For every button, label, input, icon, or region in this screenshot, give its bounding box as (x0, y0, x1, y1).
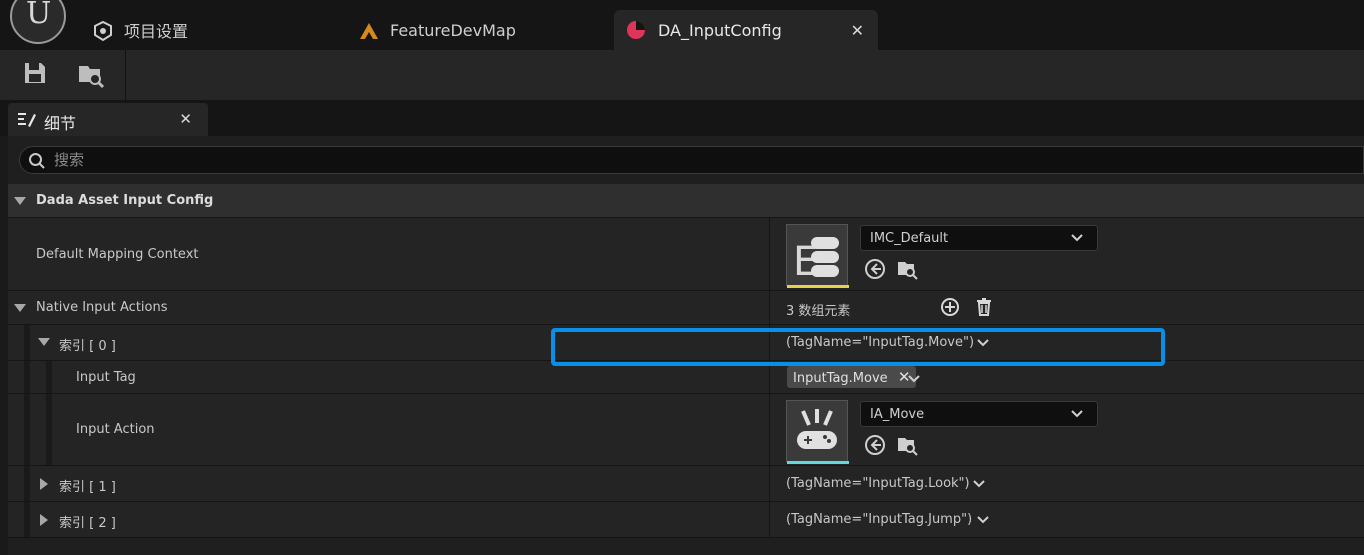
property-label: Default Mapping Context (36, 247, 199, 262)
property-name-cell: Default Mapping Context (8, 218, 770, 290)
indent-guide (46, 361, 52, 393)
save-icon[interactable] (22, 60, 52, 90)
search-box[interactable] (19, 146, 1364, 174)
chevron-down-icon (1071, 410, 1083, 418)
tab-da-input-config[interactable]: DA_InputConfig ✕ (614, 10, 878, 50)
details-tab-label: 细节 (44, 114, 77, 133)
property-name-cell: Native Input Actions (8, 291, 770, 324)
property-label: Input Tag (76, 370, 136, 385)
category-header[interactable]: Dada Asset Input Config (8, 184, 1364, 218)
use-selected-icon[interactable] (864, 434, 886, 456)
highlight-box (551, 328, 1165, 366)
combo-value: IA_Move (870, 407, 925, 422)
add-element-icon[interactable] (940, 297, 962, 319)
property-label: Native Input Actions (36, 300, 168, 315)
indent-guide (46, 394, 52, 465)
property-label: Input Action (76, 422, 155, 437)
gameplay-tag-chip[interactable]: InputTag.Move ✕ (787, 366, 917, 388)
tag-value: InputTag.Move (793, 371, 888, 386)
search-icon (28, 152, 46, 170)
close-details-icon[interactable]: ✕ (179, 110, 192, 128)
indent-guide (24, 502, 30, 537)
property-row-input-action: Input Action IA_Move (8, 394, 1364, 466)
element-value: (TagName="InputTag.Jump") (786, 512, 973, 527)
unreal-logo[interactable]: U (10, 0, 66, 44)
tab-label: FeatureDevMap (390, 20, 516, 40)
toolbar (0, 50, 1364, 100)
element-value: (TagName="InputTag.Look") (786, 476, 970, 491)
chevron-down-icon (1071, 234, 1083, 242)
collapse-arrow-icon[interactable] (14, 197, 26, 205)
element-label: 索引 [ 1 ] (59, 480, 116, 495)
tab-label: DA_InputConfig (658, 20, 782, 40)
indent-guide (24, 325, 30, 360)
combo-value: IMC_Default (870, 231, 949, 246)
asset-type-underline (787, 285, 849, 288)
browse-asset-icon[interactable] (896, 258, 918, 280)
mapping-context-thumbnail[interactable]: E (786, 224, 849, 288)
expand-arrow-icon[interactable] (40, 514, 48, 526)
property-row-default-mapping: Default Mapping Context E IMC_Default (8, 218, 1364, 291)
input-action-combo[interactable]: IA_Move (860, 401, 1098, 427)
expand-arrow-icon[interactable] (40, 478, 48, 490)
browse-asset-icon[interactable] (896, 434, 918, 456)
tab-project-settings[interactable]: 项目设置 (92, 10, 188, 50)
data-asset-icon (626, 20, 646, 40)
delete-all-icon[interactable] (974, 297, 996, 319)
browse-content-icon[interactable] (76, 60, 106, 90)
array-element-2[interactable]: 索引 [ 2 ] (TagName="InputTag.Jump") (8, 502, 1364, 538)
toolbar-separator (125, 50, 126, 100)
property-row-native-input-actions[interactable]: Native Input Actions 3 数组元素 (8, 291, 1364, 325)
element-label: 索引 [ 0 ] (59, 339, 116, 354)
array-element-1[interactable]: 索引 [ 1 ] (TagName="InputTag.Look") (8, 466, 1364, 502)
search-input[interactable] (54, 149, 654, 171)
indent-guide (24, 466, 30, 501)
asset-type-underline (787, 461, 849, 464)
level-map-icon (358, 20, 378, 40)
close-tab-icon[interactable]: ✕ (851, 21, 864, 40)
collapse-arrow-icon[interactable] (14, 304, 26, 312)
use-selected-icon[interactable] (864, 258, 886, 280)
title-bar: U 项目设置 FeatureDevMap DA_InputConfig ✕ (0, 0, 1364, 50)
chevron-down-icon[interactable] (908, 373, 920, 385)
tab-label: 项目设置 (124, 22, 189, 41)
input-action-thumbnail[interactable] (786, 400, 849, 464)
tab-details[interactable]: 细节 ✕ (8, 103, 208, 136)
tab-feature-dev-map[interactable]: FeatureDevMap (358, 10, 516, 50)
chevron-down-icon[interactable] (973, 478, 985, 490)
collapse-arrow-icon[interactable] (38, 338, 50, 346)
array-count: 3 数组元素 (786, 304, 851, 319)
chevron-down-icon[interactable] (977, 514, 989, 526)
category-label: Dada Asset Input Config (36, 193, 214, 208)
indent-guide (24, 394, 30, 465)
element-label: 索引 [ 2 ] (59, 516, 116, 531)
details-icon (16, 110, 36, 134)
property-name-cell: 索引 [ 2 ] (8, 502, 770, 537)
property-name-cell: Input Action (8, 394, 770, 465)
project-settings-icon (92, 20, 112, 42)
details-tab-bar: 细节 ✕ (0, 100, 1364, 136)
indent-guide (24, 361, 30, 393)
mapping-context-combo[interactable]: IMC_Default (860, 225, 1098, 251)
property-name-cell: 索引 [ 1 ] (8, 466, 770, 501)
